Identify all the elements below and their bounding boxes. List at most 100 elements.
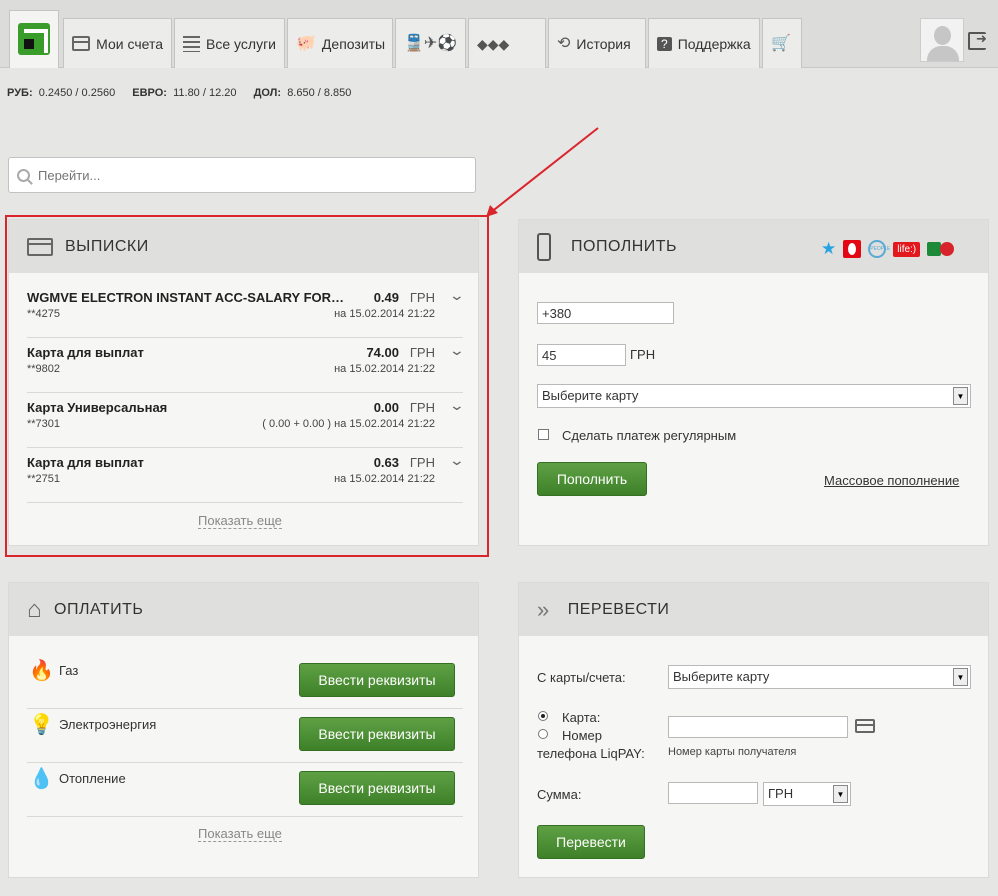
card-select[interactable]: Выберите карту ▼ — [537, 384, 971, 408]
currency-value: ГРН — [768, 786, 794, 801]
radio-phone[interactable] — [538, 729, 548, 739]
button-label: Ввести реквизиты — [318, 780, 436, 796]
pay-item-name: Электроэнергия — [59, 717, 157, 732]
show-more-link[interactable]: Показать еще — [198, 826, 282, 842]
user-avatar[interactable] — [920, 18, 964, 62]
transfer-header: » ПЕРЕВЕСТИ — [519, 583, 988, 636]
tab-my-accounts[interactable]: Мои счета — [63, 18, 172, 68]
currency-select[interactable]: ГРН ▼ — [763, 782, 851, 806]
privatbank-logo[interactable] — [9, 10, 59, 68]
pay-item: 💧 Отопление Ввести реквизиты — [27, 763, 463, 817]
double-chevron-icon: » — [537, 596, 550, 622]
pay-title: ОПЛАТИТЬ — [54, 600, 144, 618]
topup-button[interactable]: Пополнить — [537, 462, 647, 496]
enter-details-button[interactable]: Ввести реквизиты — [299, 717, 455, 751]
pay-item: 🔥 Газ Ввести реквизиты — [27, 655, 463, 709]
radio-card[interactable] — [538, 711, 548, 721]
pay-item-name: Газ — [59, 663, 79, 678]
lightbulb-icon: 💡 — [29, 714, 54, 736]
usd-value: 8.650 / 8.850 — [287, 87, 352, 99]
card-icon — [72, 36, 91, 51]
history-icon: ⟲ — [557, 34, 571, 52]
search-input[interactable] — [36, 166, 475, 184]
intertelecom-green — [927, 242, 942, 256]
annotation-arrow — [486, 127, 599, 217]
intertelecom-red — [940, 242, 955, 256]
transport-icon: 🚆✈⚽ — [404, 34, 458, 52]
gas-flame-icon: 🔥 — [29, 660, 54, 682]
dropdown-arrow-icon: ▼ — [953, 668, 968, 686]
tab-mobile-apps[interactable]: ◆◆◆ — [468, 18, 546, 68]
tab-label: История — [576, 35, 631, 52]
search-icon — [17, 168, 30, 182]
topup-button-label: Пополнить — [556, 471, 628, 487]
transfer-button[interactable]: Перевести — [537, 825, 645, 859]
tab-label: Все услуги — [206, 35, 276, 52]
amount-currency: ГРН — [630, 347, 656, 362]
recipient-card-input[interactable] — [668, 716, 848, 738]
usd-label: ДОЛ: — [253, 87, 282, 99]
pay-header: ⌂ ОПЛАТИТЬ — [9, 583, 478, 636]
top-navigation: Мои счета Все услуги 🐖 Депозиты 🚆✈⚽ ◆◆◆ … — [0, 0, 998, 68]
operator-icons: ★ PEOPLE life:) — [821, 239, 957, 259]
tab-all-services[interactable]: Все услуги — [174, 18, 285, 68]
button-label: Ввести реквизиты — [318, 672, 436, 688]
eur-value: 11.80 / 12.20 — [173, 87, 237, 99]
card-select-value: Выберите карту — [542, 388, 639, 403]
tab-label: Поддержка — [677, 35, 751, 52]
dropdown-arrow-icon: ▼ — [953, 387, 968, 405]
mobile-apps-icon: ◆◆◆ — [477, 35, 510, 52]
tab-transport[interactable]: 🚆✈⚽ — [395, 18, 466, 68]
mts-icon[interactable] — [843, 240, 862, 258]
house-icon: ⌂ — [27, 595, 42, 623]
regular-payment-label: Сделать платеж регулярным — [562, 428, 737, 443]
recipient-hint: Номер карты получателя — [668, 746, 797, 758]
topup-panel: ПОПОЛНИТЬ ★ PEOPLE life:) ГРН Выберите к… — [518, 219, 989, 546]
rub-label: РУБ: — [7, 87, 33, 99]
tab-label: Депозиты — [321, 35, 386, 52]
from-card-select[interactable]: Выберите карту ▼ — [668, 665, 971, 689]
sum-label: Сумма: — [537, 787, 582, 802]
tab-history[interactable]: ⟲ История — [548, 18, 646, 68]
enter-details-button[interactable]: Ввести реквизиты — [299, 663, 455, 697]
radio-card-label: Карта: — [562, 710, 601, 725]
kyivstar-icon[interactable]: ★ — [821, 239, 836, 259]
heating-drop-icon: 💧 — [29, 768, 54, 790]
tab-label: Мои счета — [96, 35, 163, 52]
list-icon — [183, 35, 201, 52]
tab-cart[interactable]: 🛒 — [762, 18, 802, 68]
tab-support[interactable]: ? Поддержка — [648, 18, 760, 68]
cart-icon: 🛒 — [771, 34, 791, 52]
exchange-rates: РУБ: 0.2450 / 0.2560 ЕВРО: 11.80 / 12.20… — [7, 87, 365, 99]
intertelecom-icon[interactable] — [927, 240, 957, 258]
from-card-label: С карты/счета: — [537, 670, 626, 685]
topup-title: ПОПОЛНИТЬ — [571, 237, 678, 255]
sum-input[interactable] — [668, 782, 758, 804]
logo-mark — [18, 23, 50, 55]
pay-panel: ⌂ ОПЛАТИТЬ 🔥 Газ Ввести реквизиты 💡 Элек… — [8, 582, 479, 878]
amount-input[interactable] — [537, 344, 626, 366]
life-icon[interactable]: life:) — [893, 241, 921, 257]
card-icon — [855, 719, 875, 733]
button-label: Ввести реквизиты — [318, 726, 436, 742]
mass-topup-link[interactable]: Массовое пополнение — [824, 473, 959, 488]
phone-input[interactable] — [537, 302, 674, 324]
eur-label: ЕВРО: — [132, 87, 167, 99]
from-card-value: Выберите карту — [673, 669, 770, 684]
rub-value: 0.2450 / 0.2560 — [38, 87, 116, 99]
people-net-icon[interactable]: PEOPLE — [868, 240, 890, 258]
transfer-button-label: Перевести — [556, 834, 626, 850]
help-icon: ? — [657, 36, 672, 51]
pay-item: 💡 Электроэнергия Ввести реквизиты — [27, 709, 463, 763]
highlight-frame — [5, 215, 489, 557]
piggy-bank-icon: 🐖 — [296, 34, 316, 52]
dropdown-arrow-icon: ▼ — [833, 785, 848, 803]
regular-payment-checkbox[interactable] — [538, 429, 549, 440]
logout-icon[interactable] — [968, 31, 987, 50]
transfer-title: ПЕРЕВЕСТИ — [567, 600, 670, 618]
radio-phone-label-2: телефона LiqPAY: — [537, 746, 645, 761]
search-box — [8, 157, 476, 193]
phone-icon — [537, 232, 551, 261]
tab-deposits[interactable]: 🐖 Депозиты — [287, 18, 393, 68]
enter-details-button[interactable]: Ввести реквизиты — [299, 771, 455, 805]
